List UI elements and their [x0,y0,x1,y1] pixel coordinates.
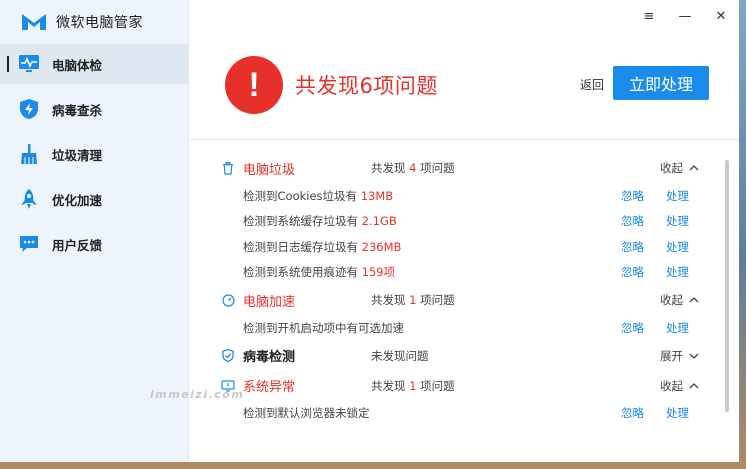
issue-row: 检测到默认浏览器未锁定 忽略 处理 [221,401,699,427]
issue-text: 检测到默认浏览器未锁定 [243,406,370,421]
handle-link[interactable]: 处理 [666,405,689,421]
issue-row: 检测到系统使用痕迹有 159项 忽略 处理 [221,260,699,286]
menu-icon[interactable]: ≡ [631,6,667,26]
issue-text: 检测到Cookies垃圾有 13MB [243,188,394,203]
watermark: lmmeizi.com [150,388,245,401]
issue-text: 检测到日志缓存垃圾有 236MB [243,239,402,254]
issue-text: 检测到系统使用痕迹有 159项 [243,265,396,280]
section-title: 电脑加速 [243,294,296,310]
section-header-virus: 病毒检测 未发现问题 展开 [221,341,699,371]
sidebar-item-cleanup[interactable]: 垃圾清理 [0,134,188,174]
chat-bubble-icon [18,233,40,255]
chevron-up-icon [689,165,699,171]
ignore-link[interactable]: 忽略 [621,405,644,421]
sidebar-item-feedback[interactable]: 用户反馈 [0,224,188,264]
app-window: 微软电脑管家 电脑体检 病毒查杀 垃圾清理 优化加速 用户反馈 ≡ — ✕ ! … [0,0,739,462]
collapse-toggle[interactable]: 收起 [660,378,699,394]
chevron-down-icon [689,353,699,359]
collapse-toggle[interactable]: 收起 [660,292,699,308]
row-actions: 忽略 处理 [621,405,689,421]
sidebar-item-speedup[interactable]: 优化加速 [0,179,188,219]
ignore-link[interactable]: 忽略 [621,239,644,255]
section-title: 病毒检测 [243,350,296,365]
issue-list: 电脑垃圾 共发现 4 项问题 收起 检测到Cookies垃圾有 13MB 忽略处… [221,153,699,426]
sidebar-item-label: 病毒查杀 [52,102,103,118]
row-actions: 忽略 处理 [621,239,689,255]
close-icon[interactable]: ✕ [703,6,739,26]
row-actions: 忽略 处理 [621,188,689,204]
ignore-link[interactable]: 忽略 [621,264,644,280]
sidebar-nav: 电脑体检 病毒查杀 垃圾清理 优化加速 用户反馈 [0,44,188,264]
handle-link[interactable]: 处理 [666,264,689,280]
brand: 微软电脑管家 [0,0,188,44]
sidebar-item-label: 垃圾清理 [52,147,103,163]
section-header-junk: 电脑垃圾 共发现 4 项问题 收起 [221,153,699,183]
section-summary: 未发现问题 [371,348,429,363]
app-logo-icon [22,14,46,30]
section-title: 系统异常 [243,380,296,395]
handle-link[interactable]: 处理 [666,213,689,229]
rocket-icon [18,188,40,210]
alert-icon: ! [225,56,283,114]
shield-bolt-icon [18,98,40,120]
handle-link[interactable]: 处理 [666,239,689,255]
section-header-speedup: 电脑加速 共发现 1 项问题 收起 [221,285,699,315]
window-controls: ≡ — ✕ [631,6,739,26]
sidebar-item-label: 优化加速 [52,192,103,208]
expand-toggle[interactable]: 展开 [660,348,699,364]
scrollbar-thumb[interactable] [725,160,729,412]
ignore-link[interactable]: 忽略 [621,320,644,336]
sidebar-item-checkup[interactable]: 电脑体检 [0,44,188,84]
ignore-link[interactable]: 忽略 [621,188,644,204]
result-headline: 共发现6项问题 [295,74,438,98]
app-title: 微软电脑管家 [56,15,143,31]
chevron-up-icon [689,382,699,388]
row-actions: 忽略 处理 [621,264,689,280]
chevron-up-icon [689,297,699,303]
section-header-system: 系统异常 共发现 1 项问题 收起 [221,371,699,401]
handle-link[interactable]: 处理 [666,188,689,204]
row-actions: 忽略 处理 [621,213,689,229]
ignore-link[interactable]: 忽略 [621,213,644,229]
section-summary: 共发现 1 项问题 [371,378,455,393]
sidebar-item-label: 电脑体检 [52,57,103,73]
issue-row: 检测到系统缓存垃圾有 2.1GB 忽略 处理 [221,209,699,235]
sidebar-item-label: 用户反馈 [52,237,103,253]
issue-row: 检测到开机启动项中有可选加速 忽略 处理 [221,315,699,341]
back-link[interactable]: 返回 [580,76,604,93]
shield-check-icon [221,349,235,363]
sidebar-item-virus-scan[interactable]: 病毒查杀 [0,89,188,129]
trash-icon [221,161,235,175]
minimize-icon[interactable]: — [667,6,703,26]
issue-row: 检测到日志缓存垃圾有 236MB 忽略 处理 [221,234,699,260]
scrollbar[interactable] [725,160,729,412]
issue-row: 检测到Cookies垃圾有 13MB 忽略 处理 [221,183,699,209]
result-header: ! 共发现6项问题 返回 立即处理 [225,54,739,116]
section-title: 电脑垃圾 [243,162,296,178]
section-summary: 共发现 4 项问题 [371,161,455,175]
monitor-pulse-icon [18,53,40,75]
fix-now-button[interactable]: 立即处理 [613,66,709,100]
issue-text: 检测到系统缓存垃圾有 2.1GB [243,214,397,229]
collapse-toggle[interactable]: 收起 [660,160,699,176]
divider [189,139,739,140]
main-panel: ≡ — ✕ ! 共发现6项问题 返回 立即处理 电脑垃圾 共发现 4 项问题 收… [189,0,739,462]
handle-link[interactable]: 处理 [666,320,689,336]
section-summary: 共发现 1 项问题 [371,293,455,307]
issue-text: 检测到开机启动项中有可选加速 [243,320,404,335]
row-actions: 忽略 处理 [621,320,689,336]
speed-gauge-icon [221,293,235,307]
broom-icon [18,143,40,165]
